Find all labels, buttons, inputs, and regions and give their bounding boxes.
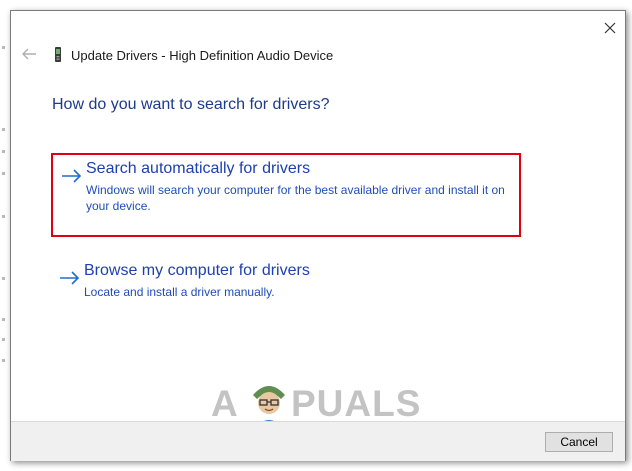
close-icon [604, 22, 616, 34]
right-arrow-icon [60, 271, 80, 285]
search-automatically-option[interactable]: Search automatically for drivers Windows… [51, 153, 521, 237]
background-mark [2, 150, 5, 153]
update-drivers-dialog: Update Drivers - High Definition Audio D… [10, 10, 626, 461]
option-title: Browse my computer for drivers [84, 262, 310, 279]
background-mark [2, 46, 5, 49]
option-description: Locate and install a driver manually. [84, 285, 275, 299]
audio-device-icon [54, 47, 62, 63]
watermark-letter: A [211, 383, 239, 424]
back-arrow-icon [22, 48, 36, 60]
right-arrow-icon [62, 169, 82, 183]
watermark-letters: PUALS [291, 383, 422, 424]
dialog-title: Update Drivers - High Definition Audio D… [71, 48, 334, 63]
page-heading: How do you want to search for drivers? [52, 96, 330, 113]
background-mark [2, 338, 5, 341]
close-button[interactable] [600, 18, 620, 38]
back-button[interactable] [21, 47, 37, 61]
cancel-button[interactable]: Cancel [545, 432, 613, 452]
background-mark [2, 359, 5, 362]
option-description: Windows will search your computer for th… [86, 183, 505, 213]
background-mark [2, 215, 5, 218]
option-title: Search automatically for drivers [86, 160, 311, 177]
background-mark [2, 318, 5, 321]
dialog-footer: Cancel [11, 421, 625, 461]
background-mark [2, 277, 5, 280]
background-mark [2, 128, 5, 131]
browse-computer-option[interactable]: Browse my computer for drivers Locate an… [51, 257, 521, 317]
background-window-edge [0, 0, 10, 471]
background-mark [2, 172, 5, 175]
